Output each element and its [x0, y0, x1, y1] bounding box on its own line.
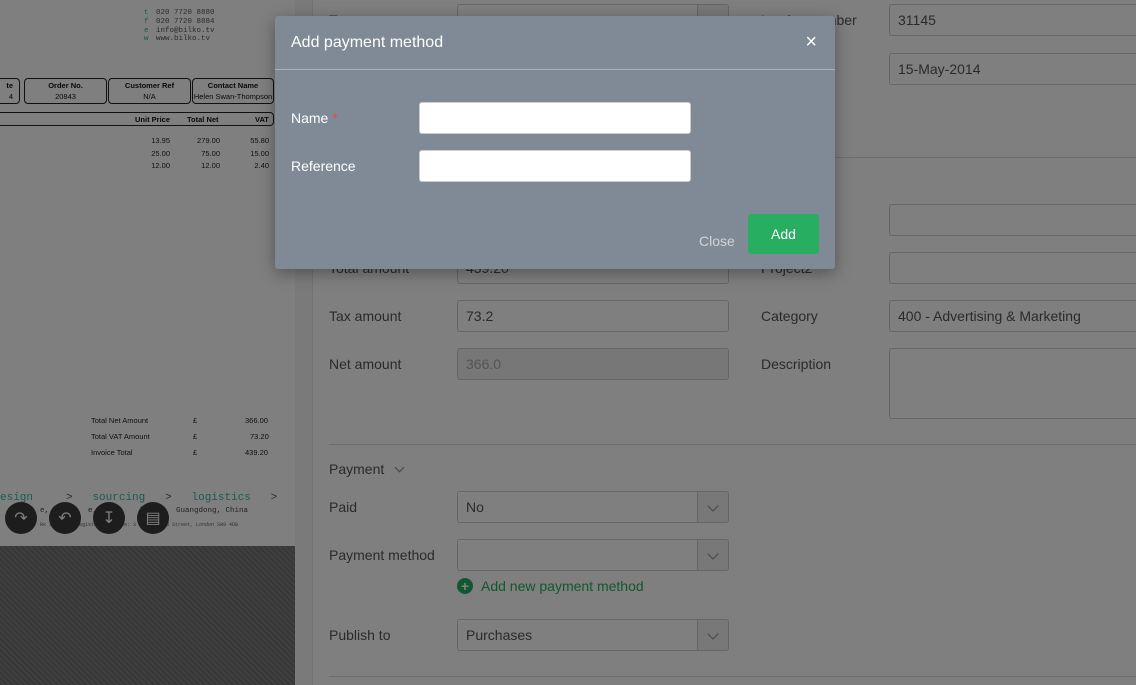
close-icon[interactable]: ×: [805, 32, 817, 52]
reference-label: Reference: [291, 158, 356, 174]
name-label: Name *: [291, 110, 338, 126]
dialog-header-divider: [275, 69, 835, 70]
reference-input[interactable]: [419, 150, 691, 182]
add-button[interactable]: Add: [748, 214, 819, 254]
name-input[interactable]: [419, 102, 691, 134]
dialog-title: Add payment method: [291, 34, 444, 51]
required-mark: *: [332, 110, 338, 126]
close-button[interactable]: Close: [699, 233, 735, 249]
add-payment-method-dialog: Add payment method × Name * Reference Cl…: [275, 16, 835, 269]
name-label-text: Name: [291, 110, 329, 126]
